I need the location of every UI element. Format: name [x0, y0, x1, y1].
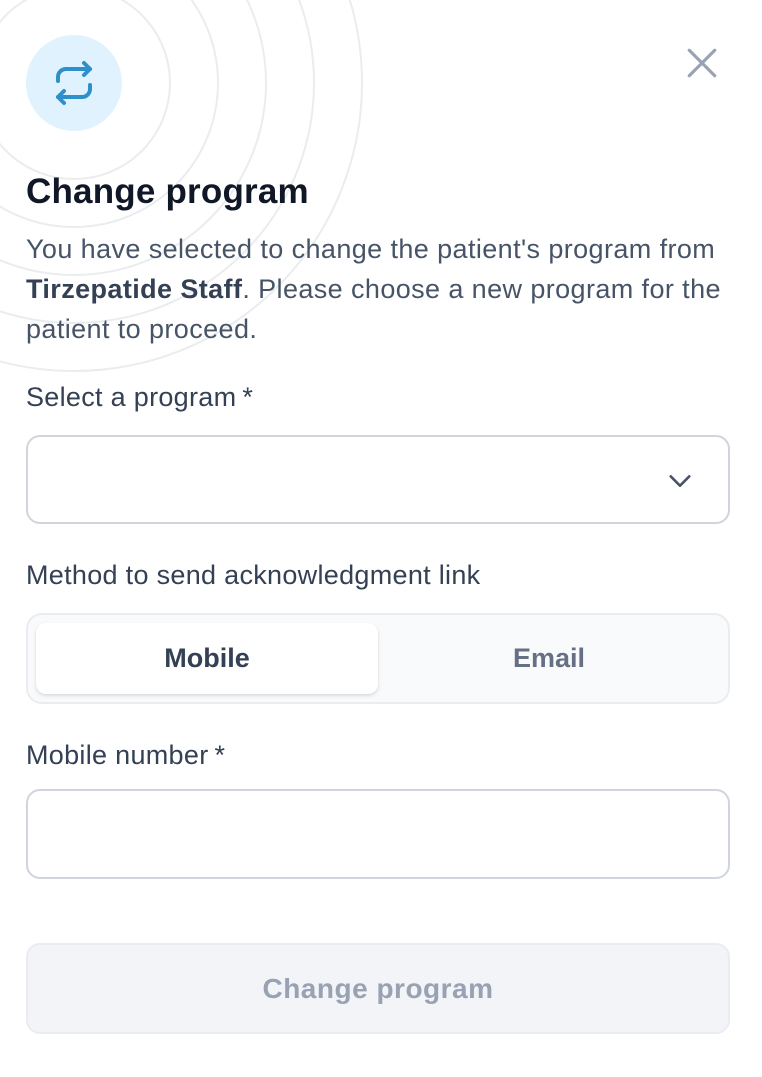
close-icon[interactable] — [685, 46, 719, 80]
modal-title: Change program — [26, 172, 309, 211]
switch-arrows-icon — [26, 35, 122, 131]
required-asterisk: * — [214, 740, 226, 770]
current-program-name: Tirzepatide Staff — [26, 274, 243, 304]
change-program-modal: Change program You have selected to chan… — [0, 0, 762, 1077]
change-program-button[interactable]: Change program — [26, 943, 730, 1034]
method-toggle: Mobile Email — [26, 613, 730, 704]
chevron-down-icon[interactable] — [666, 467, 694, 495]
mobile-number-label: Mobile number * — [26, 740, 225, 771]
modal-description: You have selected to change the patient'… — [26, 229, 726, 349]
mobile-number-label-text: Mobile number — [26, 740, 209, 770]
program-select-label-text: Select a program — [26, 382, 237, 412]
method-option-email[interactable]: Email — [378, 623, 720, 694]
method-option-mobile[interactable]: Mobile — [36, 623, 378, 694]
program-select[interactable] — [26, 435, 730, 524]
description-prefix: You have selected to change the patient'… — [26, 234, 716, 264]
mobile-number-input[interactable] — [26, 789, 730, 879]
program-select-label: Select a program * — [26, 382, 253, 413]
required-asterisk: * — [242, 382, 254, 412]
method-label: Method to send acknowledgment link — [26, 560, 481, 590]
close-button[interactable] — [678, 39, 726, 87]
